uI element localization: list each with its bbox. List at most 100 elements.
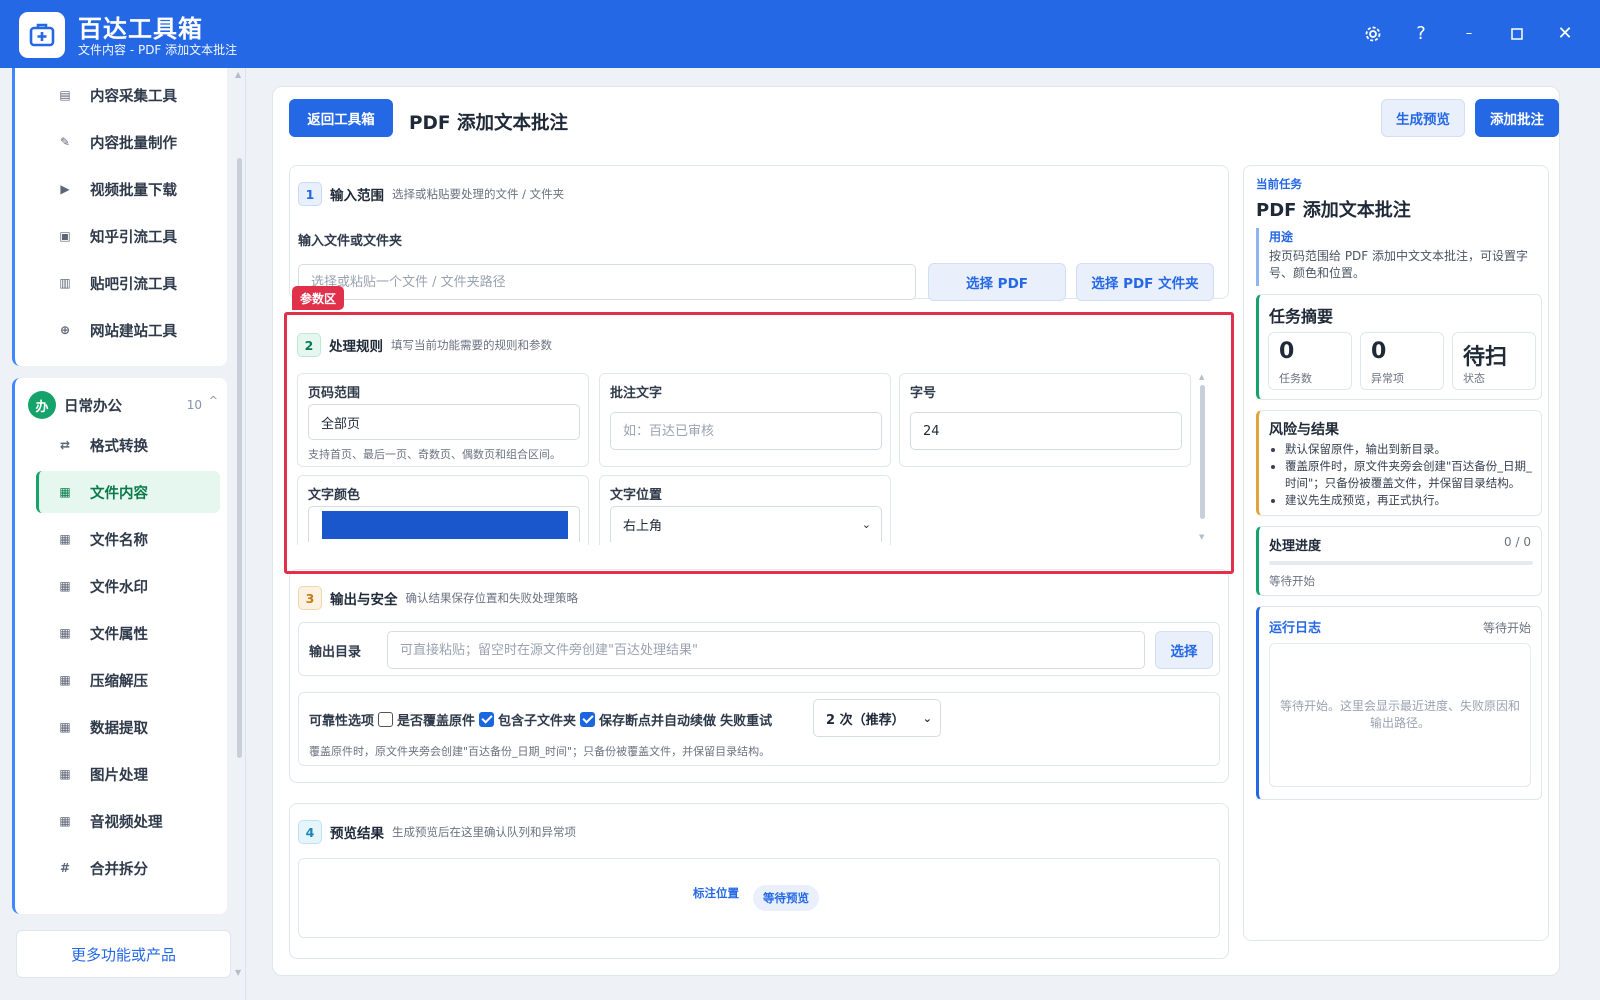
log-title: 运行日志 bbox=[1269, 621, 1322, 636]
stat-status: 待扫 状态 bbox=[1452, 332, 1536, 390]
stat-label: 异常项 bbox=[1371, 372, 1404, 385]
retry-select[interactable]: 2 次（推荐） ⌄ bbox=[813, 699, 941, 737]
minimize-icon[interactable]: – bbox=[1453, 18, 1485, 50]
sidebar-item-6[interactable]: ⊕ 网站建站工具 bbox=[36, 309, 220, 351]
progress-status: 等待开始 bbox=[1269, 574, 1315, 588]
sidebar-item-4[interactable]: ▦ 文件水印 bbox=[36, 565, 220, 607]
sidebar-item-label: 图片处理 bbox=[90, 767, 148, 784]
more-products-button[interactable]: 更多功能或产品 bbox=[16, 930, 231, 978]
sidebar-item-1[interactable]: ⇄ 格式转换 bbox=[36, 424, 220, 466]
risk-list: 默认保留原件，输出到新目录。 覆盖原件时，原文件夹旁会创建"百达备份_日期_时间… bbox=[1269, 441, 1535, 509]
output-pick-button[interactable]: 选择 bbox=[1155, 631, 1213, 669]
pick-folder-button[interactable]: 选择 PDF 文件夹 bbox=[1076, 263, 1214, 301]
section-title: 输入范围 bbox=[330, 188, 384, 204]
sidebar-item-3[interactable]: ▦ 文件名称 bbox=[36, 518, 220, 560]
app-title: 百达工具箱 bbox=[78, 15, 203, 43]
stat-value: 0 bbox=[1279, 339, 1295, 364]
sidebar-item-label: 数据提取 bbox=[90, 720, 148, 737]
resume-label[interactable]: 保存断点并自动续做 bbox=[599, 710, 716, 729]
purpose-label: 用途 bbox=[1269, 230, 1294, 244]
sidebar-item-4[interactable]: ▣ 知乎引流工具 bbox=[36, 215, 220, 257]
sidebar-item-1[interactable]: ▤ 内容采集工具 bbox=[36, 74, 220, 116]
log-status: 等待开始 bbox=[1482, 621, 1531, 635]
sidebar-item-9[interactable]: ▦ 音视频处理 bbox=[36, 800, 220, 842]
scroll-up-icon[interactable]: ▲ bbox=[235, 70, 241, 79]
group-header-office[interactable]: 办 日常办公 10 ^ bbox=[28, 388, 228, 422]
section-desc: 生成预览后在这里确认队列和异常项 bbox=[392, 825, 576, 839]
zhihu-icon: ▣ bbox=[59, 229, 71, 243]
progress-title: 处理进度 bbox=[1269, 539, 1322, 554]
preview-status-badge: 等待预览 bbox=[753, 885, 819, 911]
sidebar-item-6[interactable]: ▦ 压缩解压 bbox=[36, 659, 220, 701]
sidebar-item-10[interactable]: # 合并拆分 bbox=[36, 847, 220, 889]
step-number: 4 bbox=[298, 820, 322, 844]
subfolders-checkbox[interactable] bbox=[479, 712, 495, 727]
sidebar-item-label: 压缩解压 bbox=[90, 673, 148, 690]
risk-title: 风险与结果 bbox=[1269, 422, 1339, 438]
help-icon[interactable]: ? bbox=[1405, 18, 1437, 50]
swap-icon: ⇄ bbox=[59, 438, 71, 452]
chevron-down-icon: ⌄ bbox=[922, 711, 932, 725]
sidebar-item-label: 格式转换 bbox=[90, 438, 148, 455]
grid-icon: ▦ bbox=[59, 814, 71, 828]
progress-card: 处理进度 0 / 0 等待开始 bbox=[1256, 526, 1542, 596]
reliability-note: 覆盖原件时，原文件夹旁会创建"百达备份_日期_时间"；只备份被覆盖文件，并保留目… bbox=[309, 745, 771, 758]
sidebar-item-2[interactable]: ▦ 文件内容 bbox=[36, 471, 220, 513]
sidebar-item-8[interactable]: ▦ 图片处理 bbox=[36, 753, 220, 795]
preview-area: 标注位置 等待预览 bbox=[298, 858, 1220, 938]
sidebar-item-3[interactable]: ▶ 视频批量下载 bbox=[36, 168, 220, 210]
close-icon[interactable]: ✕ bbox=[1549, 18, 1581, 50]
reliability-row: 可靠性选项 是否覆盖原件 包含子文件夹 保存断点并自动续做 失败重试 2 次（推… bbox=[298, 692, 1220, 766]
stat-label: 任务数 bbox=[1279, 372, 1312, 385]
param-area-highlight bbox=[284, 312, 1234, 574]
input-path-field[interactable] bbox=[298, 264, 916, 300]
sidebar-item-label: 网站建站工具 bbox=[90, 323, 177, 340]
resume-checkbox[interactable] bbox=[580, 712, 596, 727]
grid-icon: ▦ bbox=[59, 720, 71, 734]
section-output: 3 输出与安全 确认结果保存位置和失败处理策略 输出目录 选择 可靠性选项 是否… bbox=[289, 569, 1229, 783]
sidebar-item-7[interactable]: ▦ 数据提取 bbox=[36, 706, 220, 748]
scroll-down-icon[interactable]: ▼ bbox=[235, 968, 241, 977]
stat-errors: 0 异常项 bbox=[1360, 332, 1444, 390]
sidebar-scrollbar[interactable]: ▲ ▼ bbox=[235, 70, 243, 978]
risk-item: 默认保留原件，输出到新目录。 bbox=[1285, 441, 1535, 458]
current-task-title: PDF 添加文本批注 bbox=[1256, 200, 1411, 221]
add-annotation-button[interactable]: 添加批注 bbox=[1475, 99, 1559, 137]
log-output[interactable]: 等待开始。这里会显示最近进度、失败原因和输出路径。 bbox=[1269, 643, 1531, 787]
retry-label: 失败重试 bbox=[720, 714, 773, 729]
title-bar: 百达工具箱 文件内容 - PDF 添加文本批注 ? – ✕ bbox=[0, 0, 1600, 68]
sidebar-item-2[interactable]: ✎ 内容批量制作 bbox=[36, 121, 220, 163]
sidebar-item-5[interactable]: ▦ 文件属性 bbox=[36, 612, 220, 654]
section-desc: 确认结果保存位置和失败处理策略 bbox=[405, 591, 579, 605]
purpose-block: 用途 按页码范围给 PDF 添加中文文本批注，可设置字号、颜色和位置。 bbox=[1256, 228, 1540, 286]
maximize-icon[interactable] bbox=[1501, 18, 1533, 50]
scrollbar-thumb[interactable] bbox=[237, 158, 242, 758]
summary-title: 任务摘要 bbox=[1269, 307, 1334, 326]
sidebar-item-5[interactable]: ▥ 贴吧引流工具 bbox=[36, 262, 220, 304]
section-preview: 4 预览结果 生成预览后在这里确认队列和异常项 标注位置 等待预览 bbox=[289, 803, 1229, 959]
hash-icon: # bbox=[59, 861, 71, 875]
output-label: 输出目录 bbox=[309, 645, 362, 660]
toolbox-icon bbox=[19, 12, 65, 58]
overwrite-label[interactable]: 是否覆盖原件 bbox=[397, 710, 475, 729]
grid-icon: ▦ bbox=[59, 767, 71, 781]
back-button[interactable]: 返回工具箱 bbox=[289, 99, 393, 137]
section-title: 预览结果 bbox=[330, 826, 384, 842]
chevron-up-icon[interactable]: ^ bbox=[209, 394, 218, 407]
pick-pdf-button[interactable]: 选择 PDF bbox=[928, 263, 1066, 301]
output-dir-input[interactable] bbox=[387, 631, 1145, 669]
progress-bar bbox=[1269, 561, 1533, 565]
group-count: 10 bbox=[186, 398, 202, 412]
reliability-label: 可靠性选项 bbox=[309, 714, 375, 729]
preview-button[interactable]: 生成预览 bbox=[1381, 99, 1465, 137]
step-number: 3 bbox=[298, 586, 322, 610]
gear-icon[interactable] bbox=[1357, 18, 1389, 50]
group-badge: 办 bbox=[28, 391, 56, 419]
web-icon: ⊕ bbox=[59, 323, 71, 337]
risk-item: 建议先生成预览，再正式执行。 bbox=[1285, 492, 1535, 509]
sidebar-item-label: 视频批量下载 bbox=[90, 182, 177, 199]
subfolders-label[interactable]: 包含子文件夹 bbox=[498, 710, 576, 729]
sidebar-item-label: 合并拆分 bbox=[90, 861, 148, 878]
tieba-icon: ▥ bbox=[59, 276, 71, 290]
overwrite-checkbox[interactable] bbox=[378, 712, 394, 727]
